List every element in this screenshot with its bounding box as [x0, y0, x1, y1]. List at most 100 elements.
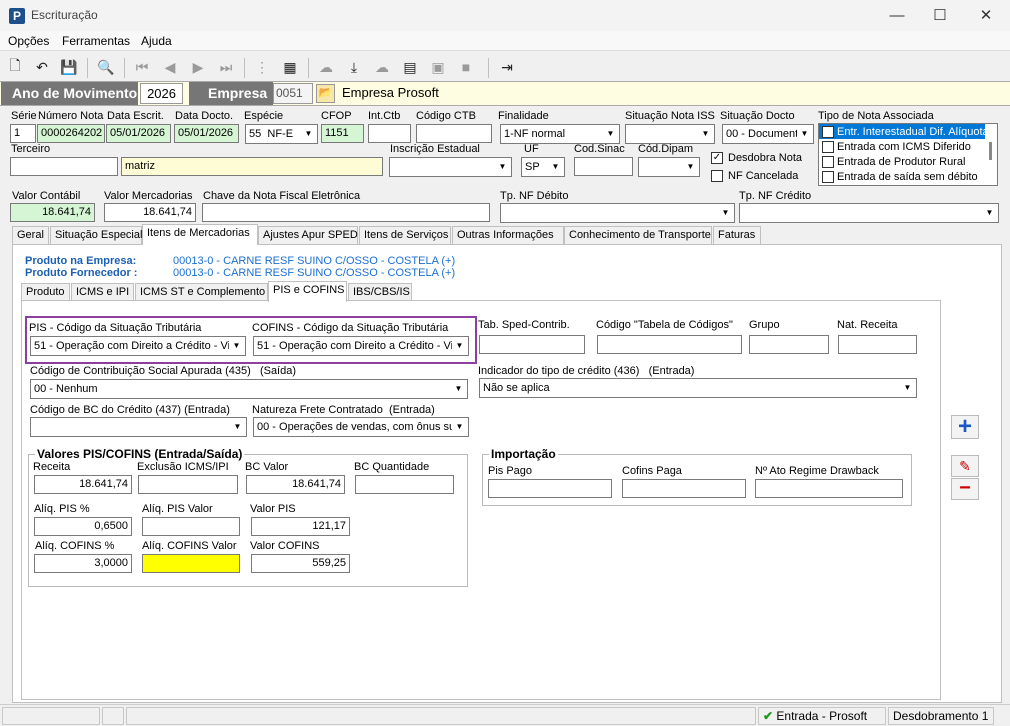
cfop-field[interactable]: 1151 [321, 124, 364, 143]
tipo-nota-list[interactable]: Entr. Interestadual Dif. Alíquota Entrad… [818, 123, 998, 186]
checkbox[interactable] [822, 156, 834, 168]
preview-icon[interactable]: 🔍 [95, 56, 117, 78]
folder-open-icon[interactable]: 📂 [316, 84, 335, 103]
numero-field[interactable]: 0000264202 [37, 124, 105, 143]
tab-ajustes-apur-sped[interactable]: Ajustes Apur SPED [258, 226, 358, 244]
natureza-frete-select[interactable]: 00 - Operações de vendas, com ônus su ▼ [253, 417, 469, 437]
valor-cofins-field[interactable]: 559,25 [251, 554, 350, 573]
last-record-icon[interactable]: ⏭ [215, 56, 237, 78]
produto-empresa-value[interactable]: 00013-0 - CARNE RESF SUINO C/OSSO - COST… [173, 255, 455, 267]
grupo-field[interactable] [749, 335, 829, 354]
terceiro-name-field[interactable]: matriz [121, 157, 383, 176]
drawback-field[interactable] [755, 479, 903, 498]
box-icon[interactable]: ■ [455, 56, 477, 78]
desdobra-checkbox[interactable]: ✓ [711, 152, 723, 164]
tab-pis-cofins[interactable]: PIS e COFINS [268, 281, 347, 302]
tipo-nota-item[interactable]: Entrada de saída sem débito [837, 171, 978, 183]
tab-geral[interactable]: Geral [12, 226, 49, 244]
bc-qtd-field[interactable] [355, 475, 454, 494]
valor-pis-field[interactable]: 121,17 [251, 517, 350, 536]
tab-ibs-cbs-is[interactable]: IBS/CBS/IS [348, 283, 412, 301]
ano-field[interactable]: 2026 [140, 83, 183, 104]
menu-ferramentas[interactable]: Ferramentas [62, 34, 130, 48]
intctb-field[interactable] [368, 124, 411, 143]
situacao-docto-select[interactable]: 00 - Document ▼ [722, 124, 814, 144]
empresa-code-field[interactable]: 0051 [273, 83, 313, 104]
new-document-icon[interactable]: 🗋 [4, 56, 26, 78]
cod-sinac-field[interactable] [574, 157, 633, 176]
previous-record-icon[interactable]: ◀ [159, 56, 181, 78]
tab-itens-mercadorias[interactable]: Itens de Mercadorias [142, 224, 258, 245]
menu-opcoes[interactable]: Opções [8, 34, 49, 48]
tab-icms-ipi[interactable]: ICMS e IPI [71, 283, 134, 301]
calculator-icon[interactable]: ▦ [279, 56, 301, 78]
download-icon[interactable]: ⤓ [343, 56, 365, 78]
codigo-ctb-field[interactable] [416, 124, 492, 143]
tab-faturas[interactable]: Faturas [713, 226, 761, 244]
valor-contabil-field[interactable]: 18.641,74 [10, 203, 95, 222]
tab-codigos-field[interactable] [597, 335, 742, 354]
exit-icon[interactable]: ⇥ [496, 56, 518, 78]
tab-situacao-especial[interactable]: Situação Especial [50, 226, 142, 244]
first-record-icon[interactable]: ⏮ [131, 56, 153, 78]
save-icon[interactable]: 💾 [58, 56, 80, 78]
export-icon[interactable]: ▣ [427, 56, 449, 78]
aliq-cofins-valor-field[interactable] [142, 554, 240, 573]
cloud-upload-icon[interactable]: ☁ [371, 56, 393, 78]
ccs-select[interactable]: 00 - Nenhum ▼ [30, 379, 468, 399]
checkbox[interactable] [822, 171, 834, 183]
tab-itens-servicos[interactable]: Itens de Serviços [359, 226, 451, 244]
pis-pago-field[interactable] [488, 479, 612, 498]
uf-select[interactable]: SP ▼ [521, 157, 565, 177]
serie-field[interactable]: 1 [10, 124, 36, 143]
tipo-nota-item[interactable]: Entrada com ICMS Diferido [837, 141, 971, 153]
minimize-button[interactable]: — [877, 4, 917, 28]
nat-receita-field[interactable] [838, 335, 917, 354]
pis-cst-select[interactable]: 51 - Operação com Direito a Crédito - Vi… [30, 336, 246, 356]
situacao-iss-select[interactable]: ▼ [625, 124, 715, 144]
tipo-nota-item[interactable]: Entrada de Produtor Rural [837, 156, 965, 168]
scrollbar[interactable] [989, 142, 992, 160]
finalidade-select[interactable]: 1-NF normal ▼ [500, 124, 620, 144]
receita-field[interactable]: 18.641,74 [34, 475, 132, 494]
aliq-pis-field[interactable]: 0,6500 [34, 517, 132, 536]
tipo-nota-item[interactable]: Entr. Interestadual Dif. Alíquota [837, 126, 989, 138]
aliq-pis-valor-field[interactable] [142, 517, 240, 536]
cofins-cst-select[interactable]: 51 - Operação com Direito a Crédito - Vi… [253, 336, 469, 356]
cloud-icon[interactable]: ☁ [315, 56, 337, 78]
terceiro-code-field[interactable] [10, 157, 118, 176]
menu-ajuda[interactable]: Ajuda [141, 34, 172, 48]
valor-merc-field[interactable]: 18.641,74 [104, 203, 196, 222]
edit-icon[interactable]: ✎ [951, 455, 979, 477]
xml-icon[interactable]: ▤ [399, 56, 421, 78]
nf-cancelada-checkbox[interactable] [711, 170, 723, 182]
tab-icms-st[interactable]: ICMS ST e Complemento [135, 283, 268, 301]
maximize-button[interactable]: ☐ [920, 4, 960, 28]
bc-credito-select[interactable]: ▼ [30, 417, 247, 437]
inscricao-select[interactable]: ▼ [389, 157, 512, 177]
especie-select[interactable]: 55 NF-E ▼ [245, 124, 318, 144]
produto-fornecedor-value[interactable]: 00013-0 - CARNE RESF SUINO C/OSSO - COST… [173, 267, 455, 279]
tab-outras-informacoes[interactable]: Outras Informações [452, 226, 564, 244]
chave-field[interactable] [202, 203, 490, 222]
undo-icon[interactable]: ↶ [31, 56, 53, 78]
cofins-paga-field[interactable] [622, 479, 746, 498]
tp-nf-debito-select[interactable]: ▼ [500, 203, 735, 223]
close-button[interactable]: ✕ [966, 4, 1006, 28]
data-escrit-field[interactable]: 05/01/2026 [106, 124, 171, 143]
checkbox[interactable] [822, 141, 834, 153]
bc-valor-field[interactable]: 18.641,74 [246, 475, 345, 494]
tp-nf-credito-select[interactable]: ▼ [739, 203, 999, 223]
tab-produto[interactable]: Produto [21, 283, 70, 301]
ind-credito-select[interactable]: Não se aplica ▼ [479, 378, 917, 398]
checkbox[interactable] [822, 126, 834, 138]
add-icon[interactable]: + [951, 415, 979, 439]
exclusao-field[interactable] [138, 475, 238, 494]
data-docto-field[interactable]: 05/01/2026 [174, 124, 239, 143]
remove-icon[interactable]: − [951, 478, 979, 500]
cod-dipam-select[interactable]: ▼ [638, 157, 700, 177]
aliq-cofins-field[interactable]: 3,0000 [34, 554, 132, 573]
tab-conhecimento-transporte[interactable]: Conhecimento de Transporte [564, 226, 712, 244]
next-record-icon[interactable]: ▶ [187, 56, 209, 78]
tree-icon[interactable]: ⋮ [251, 56, 273, 78]
